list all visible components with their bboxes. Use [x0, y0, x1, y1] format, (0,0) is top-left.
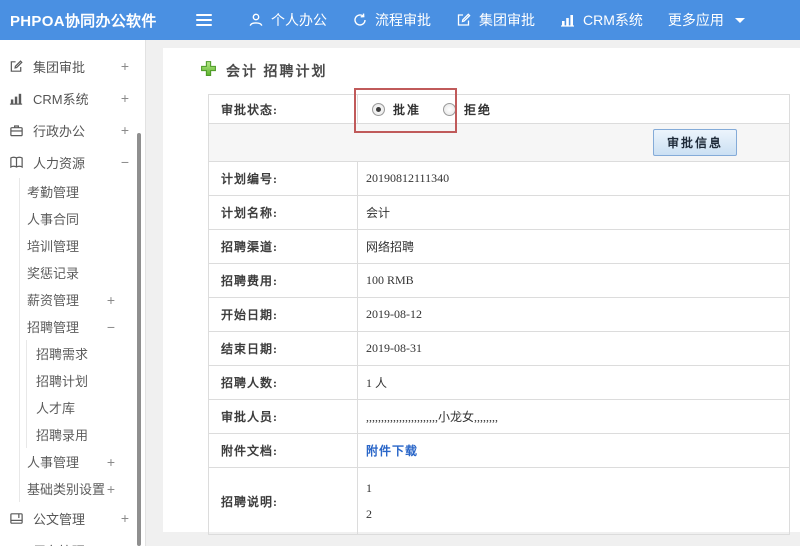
- top-navbar: PHPOA协同办公软件 个人办公 流程审批 集团审批 CRM系统 更多应用: [0, 0, 800, 40]
- sidebar-item-group-approval[interactable]: 集团审批 +: [0, 50, 145, 82]
- expand-plus-icon[interactable]: +: [121, 90, 129, 106]
- book-icon: [9, 155, 25, 170]
- table-row: 审批状态: 批准 拒绝: [208, 94, 790, 124]
- nav-group-approval[interactable]: 集团审批: [456, 10, 535, 30]
- expand-plus-icon[interactable]: +: [121, 510, 129, 526]
- content-panel: 会计 招聘计划 审批状态: 批准 拒绝 审批信息 计划编号: 201908121…: [163, 48, 800, 535]
- table-row: 审批信息: [208, 123, 790, 162]
- bar-chart-icon: [9, 91, 25, 106]
- radio-approve[interactable]: [372, 102, 385, 116]
- table-row: 招聘说明: 1 2: [208, 467, 790, 535]
- nav-crm-system[interactable]: CRM系统: [560, 10, 643, 30]
- nav-process-approval[interactable]: 流程审批: [352, 10, 431, 30]
- menu-toggle-icon[interactable]: [196, 11, 218, 29]
- sidebar-item-human-resources[interactable]: 人力资源 −: [0, 146, 145, 178]
- plan-number-value: 20190812111340: [357, 161, 790, 196]
- sidebar-item-reward-punishment[interactable]: 奖惩记录: [20, 259, 145, 286]
- recruit-cost-value: 100 RMB: [357, 263, 790, 298]
- sidebar-item-talent-pool[interactable]: 人才库: [27, 394, 145, 421]
- radio-reject[interactable]: [443, 102, 457, 116]
- add-plus-icon: [200, 60, 217, 82]
- collapse-minus-icon[interactable]: −: [107, 319, 115, 335]
- approval-info-button[interactable]: 审批信息: [652, 129, 737, 156]
- sidebar-item-recruit-plan[interactable]: 招聘计划: [27, 367, 145, 394]
- nav-more-apps[interactable]: 更多应用: [668, 10, 745, 30]
- recruit-description-value: 1 2: [357, 467, 790, 535]
- document-icon: [9, 511, 25, 526]
- table-row: 附件文档: 附件下载: [208, 433, 790, 468]
- attachment-download-link[interactable]: 附件下载: [366, 444, 418, 458]
- recruit-channel-value: 网络招聘: [357, 229, 790, 264]
- sidebar: 集团审批 + CRM系统 + 行政办公 + 人力资源 − 考勤管理 人事合同 培…: [0, 40, 146, 546]
- main-content: 会计 招聘计划 审批状态: 批准 拒绝 审批信息 计划编号: 201908121…: [146, 40, 800, 546]
- start-date-value: 2019-08-12: [357, 297, 790, 332]
- table-row: 计划名称: 会计: [208, 195, 790, 230]
- sidebar-item-salary[interactable]: 薪资管理 +: [20, 286, 145, 313]
- table-row: 招聘渠道: 网络招聘: [208, 229, 790, 264]
- sidebar-item-document-mgmt[interactable]: 公文管理 +: [0, 502, 145, 534]
- nav-personal-office[interactable]: 个人办公: [248, 10, 327, 30]
- approval-radio-group: 批准 拒绝: [366, 101, 789, 118]
- expand-plus-icon[interactable]: +: [121, 542, 129, 546]
- process-cycle-icon: [352, 12, 368, 28]
- sidebar-item-hr-contract[interactable]: 人事合同: [20, 205, 145, 232]
- bar-chart-icon: [560, 12, 576, 28]
- table-row: 结束日期: 2019-08-31: [208, 331, 790, 366]
- sidebar-item-recruit-hire[interactable]: 招聘录用: [27, 421, 145, 448]
- edit-square-icon: [456, 12, 472, 28]
- expand-plus-icon[interactable]: +: [121, 58, 129, 74]
- app-logo: PHPOA协同办公软件: [10, 12, 157, 30]
- sidebar-item-attendance[interactable]: 考勤管理: [20, 178, 145, 205]
- headcount-value: 1 人: [357, 365, 790, 400]
- edit-square-icon: [9, 59, 25, 74]
- expand-plus-icon[interactable]: +: [107, 481, 115, 497]
- sidebar-item-vehicle-mgmt[interactable]: 用车管理 +: [0, 534, 145, 546]
- table-row: 开始日期: 2019-08-12: [208, 297, 790, 332]
- sidebar-item-base-category[interactable]: 基础类别设置 +: [20, 475, 145, 502]
- table-row: 招聘人数: 1 人: [208, 365, 790, 400]
- plan-name-value: 会计: [357, 195, 790, 230]
- expand-plus-icon[interactable]: +: [107, 292, 115, 308]
- sidebar-item-admin-office[interactable]: 行政办公 +: [0, 114, 145, 146]
- chevron-down-icon: [734, 17, 745, 23]
- table-row: 计划编号: 20190812111340: [208, 161, 790, 196]
- page-title: 会计 招聘计划: [200, 60, 800, 82]
- hr-submenu: 考勤管理 人事合同 培训管理 奖惩记录 薪资管理 + 招聘管理 − 招聘需求 招…: [19, 178, 145, 502]
- collapse-minus-icon[interactable]: −: [121, 154, 129, 170]
- recruit-plan-detail-table: 审批状态: 批准 拒绝 审批信息 计划编号: 20190812111340 计划…: [208, 94, 790, 535]
- table-row: 招聘费用: 100 RMB: [208, 263, 790, 298]
- car-icon: [9, 543, 25, 546]
- end-date-value: 2019-08-31: [357, 331, 790, 366]
- sidebar-item-training[interactable]: 培训管理: [20, 232, 145, 259]
- table-row: 审批人员: ,,,,,,,,,,,,,,,,,,,,,,,,小龙女,,,,,,,…: [208, 399, 790, 434]
- briefcase-icon: [9, 123, 25, 138]
- sidebar-scrollbar[interactable]: [137, 133, 141, 546]
- sidebar-item-personnel[interactable]: 人事管理 +: [20, 448, 145, 475]
- recruit-submenu: 招聘需求 招聘计划 人才库 招聘录用: [26, 340, 145, 448]
- top-navigation: 个人办公 流程审批 集团审批 CRM系统 更多应用: [248, 10, 745, 30]
- sidebar-item-recruit-need[interactable]: 招聘需求: [27, 340, 145, 367]
- expand-plus-icon[interactable]: +: [121, 122, 129, 138]
- sidebar-item-crm-system[interactable]: CRM系统 +: [0, 82, 145, 114]
- expand-plus-icon[interactable]: +: [107, 454, 115, 470]
- approvers-value: ,,,,,,,,,,,,,,,,,,,,,,,,小龙女,,,,,,,,: [357, 399, 790, 434]
- sidebar-item-recruit-mgmt[interactable]: 招聘管理 −: [20, 313, 145, 340]
- user-icon: [248, 12, 264, 28]
